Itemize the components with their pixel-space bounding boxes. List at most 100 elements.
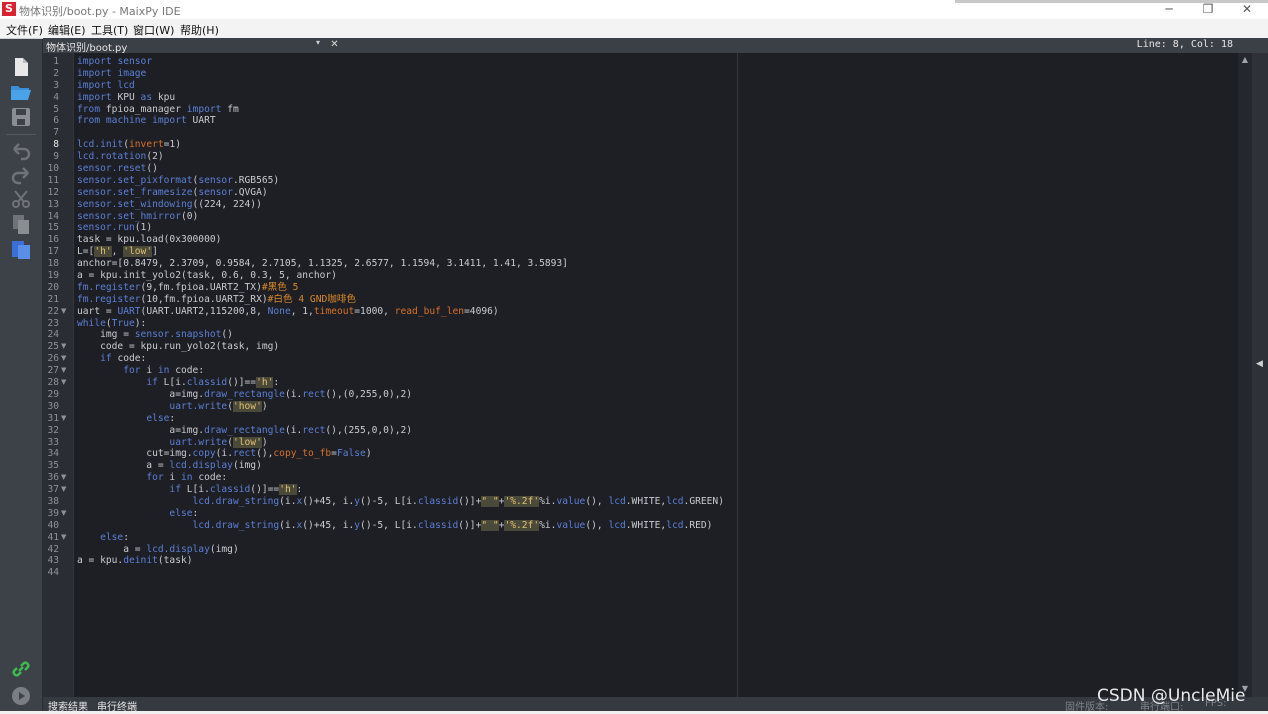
code-token: else [100,531,124,543]
code-token: fm.register [77,281,141,293]
minimize-button[interactable]: ─ [1154,1,1184,17]
code-token: (),(0,255,0),2) [325,388,413,400]
code-line: anchor=[0.8479, 2.3709, 0.9584, 2.7105, … [77,258,724,270]
code-line: else: [77,413,724,425]
code-token: 'h' [279,484,297,496]
code-token: ()-5, L[i. [360,519,418,531]
code-token: import [152,115,193,127]
code-line: from fpioa_manager import fm [77,104,724,116]
code-token: i [169,472,181,484]
line-number: 12 [47,186,59,198]
code-token: L=[ [77,246,95,258]
vertical-scrollbar[interactable]: ▲ ▼ [1238,53,1252,697]
code-line: a=img.draw_rectangle(i.rect(),(0,255,0),… [77,389,724,401]
line-number: 33 [47,436,59,448]
fold-toggle-icon[interactable]: ▼ [61,365,71,377]
code-token: 'h' [94,246,112,258]
cut-icon[interactable] [9,187,33,211]
code-token: sensor.reset [77,163,147,175]
fold-toggle-icon[interactable]: ▼ [61,532,71,544]
code-token: (img) [232,460,262,472]
code-token: sensor.set_windowing [77,198,193,210]
tab-dropdown-icon[interactable]: ▾ [316,38,320,47]
code-token: ): [134,317,147,329]
fold-toggle-icon[interactable]: ▼ [61,306,71,318]
code-token: 'how' [232,400,262,412]
code-token: ()]== [227,377,257,389]
line-number: 3 [53,79,59,91]
code-token: rect [232,448,257,460]
fold-toggle-icon[interactable]: ▼ [61,472,71,484]
menu-tools[interactable]: 工具(T) [91,22,128,38]
fold-toggle-icon[interactable]: ▼ [61,377,71,389]
redo-icon[interactable] [9,163,33,187]
code-token: task = kpu.load(0x300000) [77,234,222,246]
line-number: 1 [53,56,59,67]
undo-icon[interactable] [9,139,33,163]
menu-help[interactable]: 帮助(H) [180,22,219,38]
code-token: lcd.rotation [77,151,147,163]
code-editor[interactable]: import sensor import image import lcd impor… [74,53,1238,697]
code-token: if [169,484,187,496]
line-number: 9 [53,151,59,163]
code-token: (), [585,519,609,531]
menu-window[interactable]: 窗口(W) [133,22,174,38]
file-tab[interactable]: 物体识别/boot.py [46,39,127,54]
code-line: lcd.draw_string(i.x()+45, i.y()-5, L[i.c… [77,519,724,532]
code-line: if code: [77,353,724,365]
line-number: 31 [47,412,59,424]
fold-toggle-icon[interactable]: ▼ [61,508,71,520]
code-token: uart = [77,305,118,317]
fold-toggle-icon[interactable]: ▼ [61,413,71,425]
code-token: rect [302,424,326,436]
code-line: else: [77,532,724,544]
code-token: 'low' [123,246,153,258]
open-folder-icon[interactable] [9,80,33,104]
code-token: ()+45, i. [302,495,355,507]
fold-toggle-icon[interactable]: ▼ [61,353,71,365]
fold-toggle-icon[interactable]: ▼ [61,341,71,353]
code-token: (), [256,448,274,460]
fold-toggle-icon[interactable]: ▼ [61,484,71,496]
code-token: '%.2f' [504,519,540,531]
code-token: .WHITE, [625,495,667,507]
code-line: a=img.draw_rectangle(i.rect(),(255,0,0),… [77,425,724,437]
scroll-up-icon[interactable]: ▲ [1238,54,1252,66]
code-token: from [77,103,106,115]
code-line: uart.write('how') [77,400,724,413]
code-token: sensor.set_pixformat [77,174,193,186]
maximize-button[interactable]: ❐ [1193,1,1223,17]
code-token: lcd.init [77,139,124,151]
code-token: sensor.run [77,222,135,234]
expand-panel-icon[interactable]: ◀ [1256,359,1263,369]
code-token: =1000, [354,305,395,317]
code-token: #黑色 5 [261,281,299,293]
copy-icon[interactable] [9,212,33,236]
new-file-icon[interactable] [9,55,33,79]
code-token: anchor=[0.8479, 2.3709, 0.9584, 2.7105, … [77,258,568,270]
run-icon[interactable] [9,684,33,708]
menu-file[interactable]: 文件(F) [6,22,43,38]
line-number: 25 [47,341,59,353]
close-window-button[interactable]: ✕ [1232,1,1262,17]
paste-icon[interactable] [9,237,33,261]
menu-edit[interactable]: 编辑(E) [48,22,86,38]
line-number: 14 [47,210,59,222]
code-token: i [146,365,158,377]
code-token: draw_rectangle [204,424,285,436]
save-icon[interactable] [9,105,33,129]
tab-close-icon[interactable]: ✕ [329,38,340,51]
connect-icon[interactable] [9,657,33,681]
line-number: 32 [47,424,59,436]
